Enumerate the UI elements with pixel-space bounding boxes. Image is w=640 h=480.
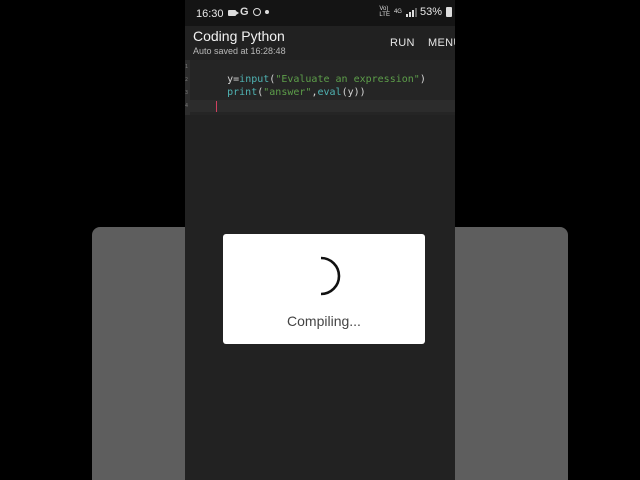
notification-icons: G (228, 6, 269, 18)
code-editor[interactable]: 1 2 3 4 y=input("Evaluate an expression"… (185, 60, 455, 115)
menu-button[interactable]: MENU (428, 37, 455, 49)
code-token: print (227, 87, 258, 98)
app-bar: Coding Python Auto saved at 16:28:48 RUN… (185, 26, 455, 60)
battery-percent: 53% (419, 6, 442, 18)
dot-icon (264, 10, 269, 14)
loading-spinner-icon (320, 256, 341, 296)
app-title: Coding Python (193, 28, 285, 44)
volte-icon: Vo) LTE (379, 6, 390, 18)
dialog-message: Compiling... (287, 313, 361, 329)
text-cursor (216, 101, 217, 112)
code-token: eval (317, 87, 342, 98)
status-bar: 16:30 G Vo) LTE 4G 53% (185, 0, 455, 26)
current-line-highlight (190, 100, 455, 112)
battery-icon (446, 7, 452, 17)
code-token: "answer" (263, 87, 312, 98)
line-number: 3 (185, 90, 189, 96)
line-number: 2 (185, 77, 189, 83)
run-button[interactable]: RUN (390, 37, 415, 49)
code-token: (y)) (341, 87, 366, 98)
autosave-status: Auto saved at 16:28:48 (193, 46, 286, 56)
signal-icon (405, 7, 417, 17)
line-number: 1 (185, 64, 189, 70)
network-gen-icon: 4G (393, 9, 402, 15)
status-time: 16:30 (196, 8, 224, 20)
google-icon: G (240, 6, 249, 18)
code-token: ) (419, 74, 426, 85)
camera-icon (228, 10, 239, 16)
compiling-dialog: Compiling... (223, 234, 425, 344)
status-right: Vo) LTE 4G 53% (379, 6, 452, 18)
circle-icon (252, 8, 261, 16)
line-number: 4 (185, 103, 189, 109)
